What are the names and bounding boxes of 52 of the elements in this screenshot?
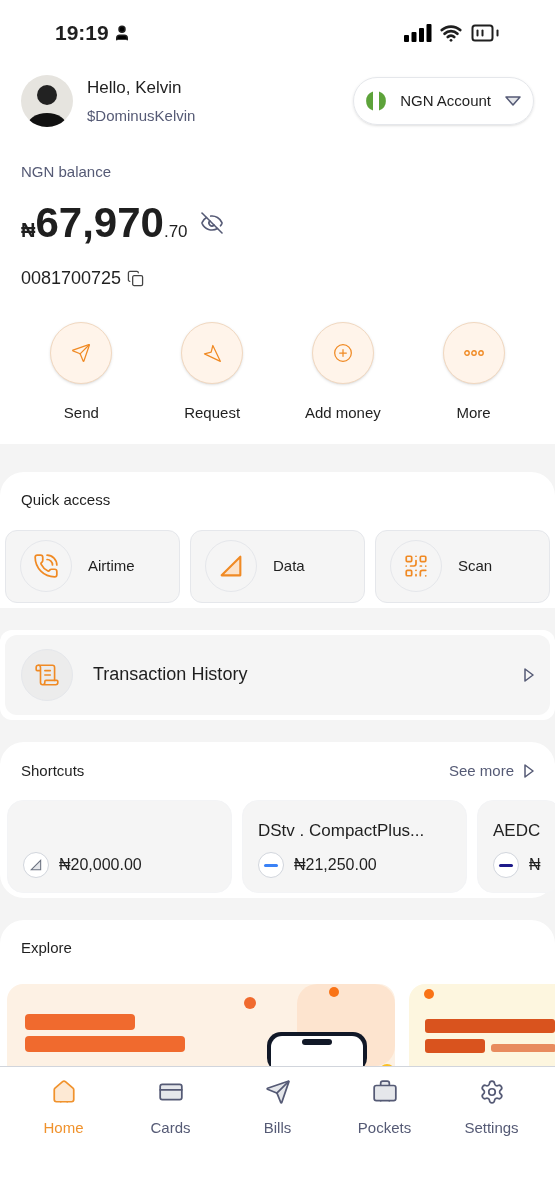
shortcut-card[interactable]: AEDC ₦ <box>477 800 555 893</box>
flag-icon <box>366 91 387 111</box>
action-button[interactable]: Add money <box>277 321 409 424</box>
nav-tab[interactable]: Bills <box>224 1078 331 1139</box>
action-button[interactable]: More <box>408 321 539 424</box>
balance-amount: ₦67,970.70 <box>21 201 188 245</box>
status-time: 19:19 <box>55 20 109 47</box>
username: $DominusKelvin <box>87 105 196 126</box>
wifi-icon <box>440 22 462 44</box>
home-icon <box>50 1078 77 1105</box>
more-icon <box>463 349 484 356</box>
greeting: Hello, Kelvin <box>87 77 183 99</box>
quick-access-item[interactable]: Scan <box>375 529 550 603</box>
hide-balance-icon[interactable] <box>199 211 224 235</box>
logo-icon <box>258 852 284 878</box>
shortcut-title: AEDC <box>493 820 541 842</box>
action-button[interactable]: Request <box>146 321 278 424</box>
shortcut-amount: ₦20,000.00 <box>59 855 142 875</box>
shortcut-card[interactable]: DStv . CompactPlus... ₦21,250.00 <box>242 800 467 893</box>
phone-icon <box>33 553 59 579</box>
scroll-icon <box>34 661 60 688</box>
nav-tab[interactable]: Pockets <box>331 1078 438 1139</box>
settings-icon <box>478 1078 505 1105</box>
plus-icon <box>332 342 353 363</box>
dropdown-icon <box>505 96 521 106</box>
shortcut-card[interactable]: ₦20,000.00 <box>7 800 232 893</box>
quick-access-item[interactable]: Data <box>190 529 365 603</box>
shortcut-title: DStv . CompactPlus... <box>258 820 425 842</box>
section-title: Explore <box>20 938 73 958</box>
balance-label: NGN balance <box>21 162 113 182</box>
see-more-link[interactable]: See more <box>448 759 534 782</box>
paper-plane-icon <box>264 1078 291 1105</box>
action-button[interactable]: Send <box>16 321 147 424</box>
copy-icon[interactable] <box>127 269 145 287</box>
logo-icon <box>493 852 519 878</box>
qr-code-icon <box>403 553 429 579</box>
signal-icon <box>404 24 432 42</box>
arrowhead-icon <box>202 342 223 363</box>
nav-tab[interactable]: Cards <box>117 1078 224 1139</box>
signal-icon <box>23 852 49 878</box>
nav-tab[interactable]: Settings <box>438 1078 545 1139</box>
chevron-icon <box>524 763 534 778</box>
shortcut-amount: ₦ <box>529 855 541 875</box>
section-title: Quick access <box>20 490 112 510</box>
avatar <box>21 75 73 127</box>
transaction-history-row[interactable]: Transaction History <box>5 634 550 715</box>
account-number: 0081700725 <box>21 266 122 290</box>
chevron-icon <box>524 667 534 682</box>
quick-access-item[interactable]: Airtime <box>5 529 180 603</box>
send-icon <box>71 342 92 363</box>
section-title: Shortcuts <box>21 760 85 781</box>
shortcut-amount: ₦21,250.00 <box>294 855 377 875</box>
